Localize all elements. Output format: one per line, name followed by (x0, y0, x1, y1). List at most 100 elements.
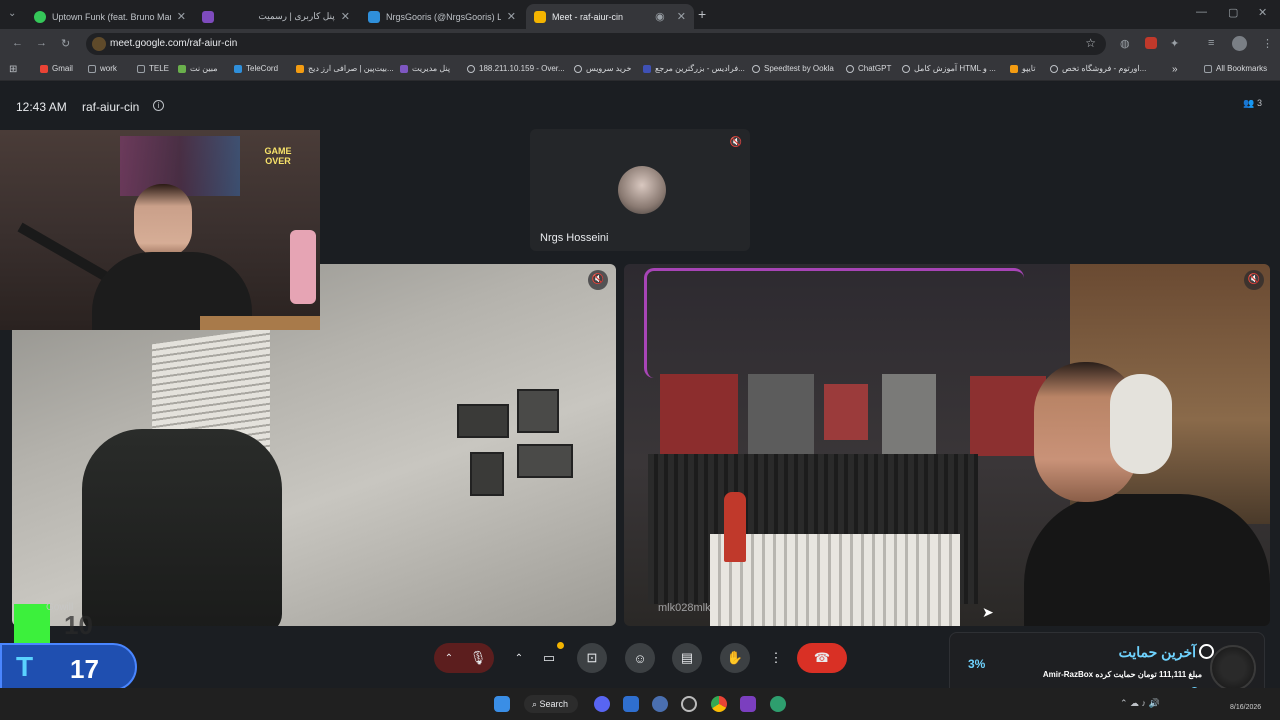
tab-search-icon[interactable]: ⌄ (8, 8, 16, 19)
close-icon[interactable]: ✕ (341, 10, 350, 23)
bookmark-ortom[interactable]: اورتوم - فروشگاه تخص... (1050, 64, 1146, 73)
extension-icon-2[interactable] (1145, 37, 1157, 49)
wall-frame (457, 404, 509, 438)
participant-name: Nrgs Hosseini (540, 232, 609, 244)
streamer-webcam-overlay: GAME OVER (0, 130, 320, 330)
poster (882, 374, 936, 464)
mouse-cursor-icon: ➤ (982, 604, 994, 620)
site-icon (1010, 64, 1018, 73)
url-text: meet.google.com/raf-aiur-cin (110, 38, 238, 49)
apps-icon[interactable]: ⊞ (9, 64, 17, 75)
viewer-count: 17 (70, 654, 99, 684)
tab-uptown-funk[interactable]: Uptown Funk (feat. Bruno Mars) - ✕ (26, 4, 194, 29)
captions-icon: ▤ (680, 650, 694, 665)
site-icon (400, 64, 408, 73)
back-icon[interactable]: ← (12, 37, 23, 49)
close-icon[interactable]: ✕ (507, 10, 516, 23)
telegram-logo-icon: T (16, 651, 34, 682)
reactions-button[interactable]: ☺ (625, 643, 655, 673)
wall-frame (517, 444, 573, 478)
windows-start-icon[interactable] (494, 696, 510, 712)
camera-options-button[interactable]: ⌃ (504, 643, 534, 673)
participants-button[interactable]: 👥 3 (1243, 98, 1262, 109)
site-info-icon[interactable] (92, 37, 106, 51)
bookmark-html-course[interactable]: آموزش کامل HTML و ... (902, 64, 996, 73)
mic-off-icon: 🔇 (588, 270, 608, 290)
bookmark-admin-panel[interactable]: پنل مدیریت (400, 64, 450, 73)
poster (824, 384, 868, 440)
audio-icon[interactable]: ◉ (655, 10, 665, 23)
streamer-head (134, 184, 192, 258)
poster (748, 374, 814, 464)
tab-list-icon[interactable]: ≡ (1208, 37, 1214, 49)
tab-nrgsgooris-live[interactable]: NrgsGooris (@NrgsGooris) LIVE - ✕ (360, 4, 524, 29)
rider-app-icon[interactable] (740, 696, 756, 712)
reload-icon[interactable]: ↻ (61, 37, 70, 50)
bookmark-work[interactable]: work (88, 64, 117, 73)
folder-icon (137, 64, 145, 73)
participant-tile-nrgs[interactable]: 🔇 Nrgs Hosseini (530, 129, 750, 251)
gmail-icon (40, 64, 48, 73)
bookmark-bitpin[interactable]: بیت‌پین | صرافی ارز دیج... (296, 64, 394, 73)
leave-call-button[interactable]: ☎ (797, 643, 847, 673)
close-icon[interactable]: ✕ (677, 10, 686, 23)
bookmark-telecord[interactable]: TeleCord (234, 64, 278, 73)
bookmark-speedtest[interactable]: Speedtest by Ookla (752, 64, 834, 73)
bookmark-typo[interactable]: تایپو (1010, 64, 1035, 73)
discord-icon[interactable] (594, 696, 610, 712)
avatar[interactable] (1232, 36, 1247, 51)
browser-toolbar: ← → ↻ meet.google.com/raf-aiur-cin ☆ ◍ ✦… (0, 29, 1280, 59)
captions-button[interactable]: ▤ (672, 643, 702, 673)
mic-toggle-button[interactable]: 🎙 (462, 643, 494, 673)
close-icon[interactable]: ✕ (177, 10, 186, 23)
more-options-button[interactable]: ⋮ (764, 643, 788, 673)
globe-icon (1050, 64, 1058, 73)
bookmark-buy-service[interactable]: خرید سرویس (574, 64, 631, 73)
bookmark-chatgpt[interactable]: ChatGPT (846, 64, 891, 73)
gaming-chair (82, 429, 282, 626)
mic-off-icon: 🔇 (1244, 270, 1264, 290)
bookmark-gmail[interactable]: Gmail (40, 64, 73, 73)
present-button[interactable]: ⊡ (577, 643, 607, 673)
extensions-puzzle-icon[interactable]: ✦ (1170, 37, 1179, 50)
raise-hand-button[interactable]: ✋ (720, 643, 750, 673)
minimize-icon[interactable]: — (1196, 6, 1207, 18)
chrome-icon[interactable] (711, 696, 727, 712)
more-bookmarks-icon[interactable]: » (1172, 64, 1178, 75)
wall-frame (517, 389, 559, 433)
address-bar[interactable]: meet.google.com/raf-aiur-cin ☆ (86, 33, 1106, 55)
folder-icon (1204, 64, 1212, 73)
pen-app-icon[interactable] (623, 696, 639, 712)
all-bookmarks[interactable]: All Bookmarks (1204, 64, 1267, 73)
bookmark-ip[interactable]: 188.211.10.159 - Over... (467, 64, 565, 73)
tab-meet[interactable]: Meet - raf-aiur-cin ◉ ✕ (526, 4, 694, 29)
new-tab-button[interactable]: + (698, 6, 706, 22)
bottle (724, 492, 746, 562)
bookmark-tele[interactable]: TELE (137, 64, 169, 73)
close-window-icon[interactable]: ✕ (1258, 6, 1267, 19)
participant-tile-mlk[interactable]: 🔇 mlk028mlk ➤ (624, 264, 1270, 626)
mic-options-button[interactable]: ⌃ (434, 643, 464, 673)
bookmark-faradis[interactable]: فرادیس - بزرگترین مرجع... (643, 64, 745, 73)
extension-icon-1[interactable]: ◍ (1120, 37, 1130, 50)
forward-icon[interactable]: → (36, 37, 47, 49)
windows-taskbar: ⌕ Search ⌃ ☁ ♪ 🔊 8/16/2026 (0, 688, 1280, 720)
obs-icon[interactable] (681, 696, 697, 712)
participant-name: mlk028mlk (658, 602, 711, 614)
chat-app-icon[interactable] (770, 696, 786, 712)
maximize-icon[interactable]: ▢ (1228, 6, 1238, 19)
present-screen-icon: ⊡ (586, 650, 598, 665)
app-icon[interactable] (652, 696, 668, 712)
taskbar-search[interactable]: ⌕ Search (524, 695, 578, 713)
cat-mascot-icon (1210, 645, 1256, 691)
globe-icon (902, 64, 910, 73)
tab-user-panel[interactable]: پنل کاربری | رسمیت ✕ (200, 4, 358, 29)
bookmark-mobinnet[interactable]: مبین نت (178, 64, 218, 73)
meeting-info-icon[interactable]: i (153, 100, 164, 111)
kick-logo (14, 604, 50, 644)
bookmark-star-icon[interactable]: ☆ (1085, 36, 1096, 50)
menu-icon[interactable]: ⋮ (1262, 37, 1273, 50)
radiator (710, 534, 960, 626)
site-icon (643, 64, 651, 73)
system-tray[interactable]: ⌃ ☁ ♪ 🔊 (1120, 698, 1160, 709)
